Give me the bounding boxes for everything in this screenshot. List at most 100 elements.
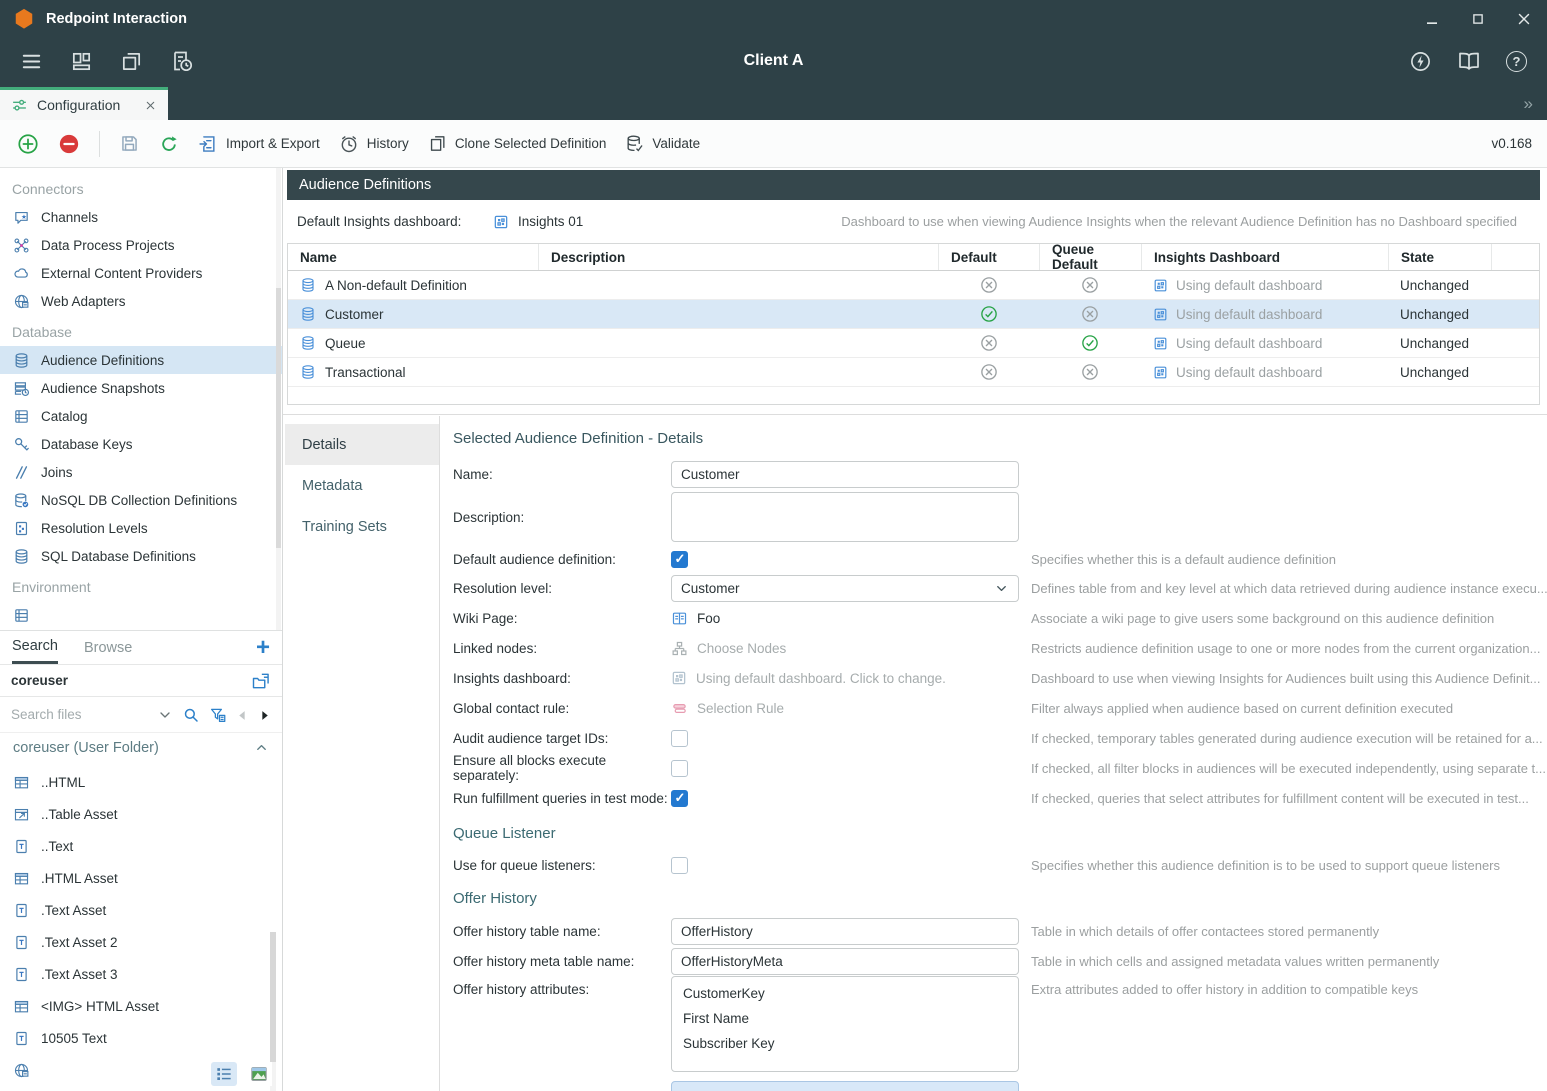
- tab-browse[interactable]: Browse: [84, 631, 132, 664]
- file-label: .HTML Asset: [41, 871, 118, 886]
- attribute-item[interactable]: Subscriber Key: [672, 1036, 1018, 1051]
- open-folder-copy-icon[interactable]: [251, 671, 271, 691]
- sidebar-item-resolution-levels[interactable]: Resolution Levels: [0, 514, 282, 542]
- sidebar-item-data-process-projects[interactable]: Data Process Projects: [0, 231, 282, 259]
- maximize-button[interactable]: [1455, 0, 1501, 37]
- column-header-queue-default[interactable]: Queue Default: [1039, 244, 1141, 270]
- blocks-separately-checkbox[interactable]: [671, 760, 688, 777]
- next-result-button[interactable]: [258, 707, 271, 722]
- list-view-button[interactable]: [211, 1062, 237, 1086]
- list-item[interactable]: 10505 Text: [0, 1022, 282, 1054]
- save-button[interactable]: [119, 133, 140, 154]
- wiki-page-row: Wiki Page: Foo Associate a wiki page to …: [453, 603, 1547, 633]
- list-item[interactable]: ..Table Asset: [0, 798, 282, 830]
- column-header-state[interactable]: State: [1388, 244, 1491, 270]
- name-field[interactable]: [671, 461, 1019, 488]
- wiki-icon: [671, 610, 688, 627]
- add-file-button[interactable]: +: [256, 636, 270, 660]
- list-item[interactable]: <IMG> HTML Asset: [0, 990, 282, 1022]
- attribute-item[interactable]: First Name: [672, 1011, 1018, 1026]
- database-icon: [300, 277, 316, 293]
- column-header-default[interactable]: Default: [938, 244, 1039, 270]
- tab-training-sets[interactable]: Training Sets: [285, 506, 439, 547]
- collapse-chevron-icon[interactable]: [254, 740, 269, 755]
- sidebar-item-external-content-providers[interactable]: External Content Providers: [0, 259, 282, 287]
- connection-status-button[interactable]: [1409, 50, 1432, 73]
- tab-search[interactable]: Search: [12, 631, 58, 664]
- table-row[interactable]: A Non-default Definition Using default d…: [288, 271, 1539, 300]
- wiki-page-value[interactable]: Foo: [671, 610, 720, 627]
- documentation-button[interactable]: [1457, 49, 1481, 73]
- table-row[interactable]: Transactional Using default dashboard Un…: [288, 358, 1539, 387]
- title-bar: Redpoint Interaction: [0, 0, 1547, 37]
- offer-history-attributes-listbox[interactable]: CustomerKey First Name Subscriber Key: [671, 976, 1019, 1072]
- image-view-button[interactable]: [246, 1062, 272, 1086]
- filter-icon[interactable]: [209, 706, 227, 724]
- table-row-selected[interactable]: Customer Using default dashboard Unchang…: [288, 300, 1539, 329]
- offer-history-meta-field[interactable]: [671, 948, 1019, 975]
- sidebar-item-partial[interactable]: [0, 601, 282, 629]
- list-item[interactable]: .Text Asset 2: [0, 926, 282, 958]
- close-button[interactable]: [1501, 0, 1547, 37]
- audit-target-ids-checkbox[interactable]: [671, 730, 688, 747]
- wiki-page-label: Wiki Page:: [453, 611, 671, 626]
- add-button[interactable]: [17, 133, 39, 155]
- minimize-button[interactable]: [1409, 0, 1455, 37]
- client-name: Client A: [0, 52, 1547, 70]
- column-header-description[interactable]: Description: [538, 244, 938, 270]
- table-row[interactable]: Queue Using default dashboard Unchanged: [288, 329, 1539, 358]
- global-contact-rule-hint: Filter always applied when audience base…: [1031, 701, 1547, 716]
- sidebar-item-audience-snapshots[interactable]: Audience Snapshots: [0, 374, 282, 402]
- attribute-item[interactable]: CustomerKey: [672, 986, 1018, 1001]
- sidebar-item-database-keys[interactable]: Database Keys: [0, 430, 282, 458]
- history-button[interactable]: History: [339, 134, 409, 154]
- clone-selected-definition-button[interactable]: Clone Selected Definition: [428, 134, 607, 153]
- resolution-levels-icon: [13, 520, 30, 537]
- remove-button[interactable]: [58, 133, 80, 155]
- fulfillment-test-mode-checkbox[interactable]: [671, 790, 688, 807]
- default-definition-checkbox[interactable]: [671, 551, 688, 568]
- column-header-name[interactable]: Name: [288, 244, 538, 270]
- sidebar-item-joins[interactable]: Joins: [0, 458, 282, 486]
- partial-next-field[interactable]: [671, 1081, 1019, 1091]
- key-icon: [13, 436, 30, 453]
- list-item[interactable]: .Text Asset 3: [0, 958, 282, 990]
- insights-dashboard-value[interactable]: Using default dashboard. Click to change…: [671, 670, 946, 686]
- offer-history-table-field[interactable]: [671, 918, 1019, 945]
- list-item[interactable]: ..Text: [0, 830, 282, 862]
- sidebar-item-catalog[interactable]: Catalog: [0, 402, 282, 430]
- queue-listeners-checkbox[interactable]: [671, 857, 688, 874]
- sidebar-item-sql-database-definitions[interactable]: SQL Database Definitions: [0, 542, 282, 570]
- user-folder-header[interactable]: coreuser (User Folder): [0, 732, 282, 762]
- tab-close-icon[interactable]: [144, 99, 157, 112]
- description-field[interactable]: [671, 492, 1019, 542]
- tab-configuration[interactable]: Configuration: [0, 87, 168, 120]
- search-files-input[interactable]: [11, 707, 148, 722]
- search-icon[interactable]: [182, 706, 200, 724]
- resolution-level-select[interactable]: Customer: [671, 575, 1019, 602]
- sidebar-item-web-adapters[interactable]: Web Adapters: [0, 287, 282, 315]
- validate-button[interactable]: Validate: [625, 134, 700, 153]
- tab-metadata[interactable]: Metadata: [285, 465, 439, 506]
- list-item[interactable]: .Text Asset: [0, 894, 282, 926]
- search-scope-input[interactable]: [11, 673, 243, 688]
- tab-overflow-chevrons[interactable]: »: [1524, 94, 1531, 114]
- sidebar-scrollbar[interactable]: [276, 168, 281, 630]
- refresh-button[interactable]: [159, 134, 179, 154]
- choose-nodes-button[interactable]: Choose Nodes: [671, 640, 786, 657]
- search-options-chevron[interactable]: [157, 706, 173, 722]
- list-item[interactable]: ..HTML: [0, 766, 282, 798]
- column-header-insights-dashboard[interactable]: Insights Dashboard: [1141, 244, 1388, 270]
- sidebar-item-channels[interactable]: Channels: [0, 203, 282, 231]
- description-label: Description:: [453, 510, 671, 525]
- import-export-button[interactable]: Import & Export: [198, 134, 320, 154]
- sidebar-item-nosql-db-collection-definitions[interactable]: NoSQL DB Collection Definitions: [0, 486, 282, 514]
- default-dashboard-value[interactable]: Insights 01: [493, 214, 583, 230]
- sidebar-item-audience-definitions[interactable]: Audience Definitions: [0, 346, 282, 374]
- prev-result-button[interactable]: [236, 707, 249, 722]
- tab-details[interactable]: Details: [285, 424, 439, 465]
- list-item[interactable]: .HTML Asset: [0, 862, 282, 894]
- selection-rule-button[interactable]: Selection Rule: [671, 700, 784, 717]
- help-button[interactable]: ?: [1506, 51, 1527, 72]
- not-default-icon: [980, 334, 998, 352]
